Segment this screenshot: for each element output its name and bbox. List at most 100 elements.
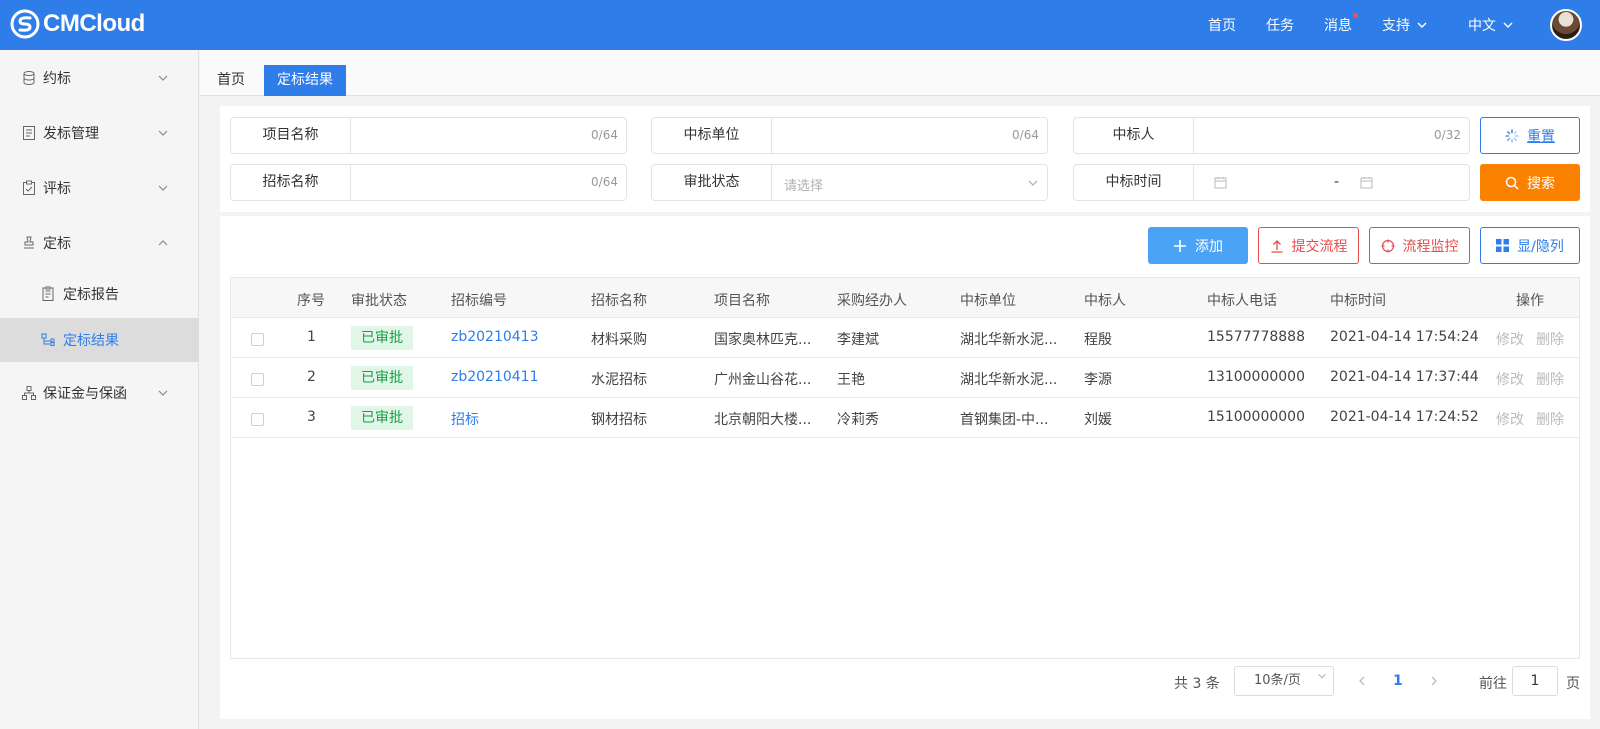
tender-name-input[interactable]: 0/64: [351, 165, 626, 200]
chevron-right-icon[interactable]: [1428, 675, 1440, 687]
select-placeholder: 请选择: [784, 179, 824, 194]
sidebar-subitem-report[interactable]: 定标报告: [0, 268, 199, 320]
winning-unit-field: 中标单位 0/64: [651, 117, 1048, 154]
delete-link[interactable]: 删除: [1536, 369, 1564, 389]
nav-support-label: 支持: [1382, 18, 1410, 34]
approval-status-field: 审批状态 请选择: [651, 164, 1048, 201]
cell-phone: 15100000000: [1207, 409, 1305, 425]
nav-home-label: 首页: [1208, 18, 1236, 34]
nav-messages-label: 消息: [1324, 18, 1352, 34]
sidebar-item-label: 评标: [43, 181, 71, 197]
stamp-icon: [24, 236, 34, 249]
approval-status-label: 审批状态: [652, 165, 772, 200]
edit-link[interactable]: 修改: [1496, 329, 1524, 349]
date-separator: -: [1334, 174, 1340, 190]
cell-winner: 程殷: [1084, 332, 1112, 348]
date-range-input[interactable]: -: [1194, 165, 1469, 200]
chevron-down-icon: [1417, 22, 1427, 28]
chevron-down-icon: [158, 75, 168, 81]
cell-unit: 湖北华新水泥...: [960, 372, 1058, 388]
nav-tasks[interactable]: 任务: [1266, 15, 1294, 35]
col-header: 中标时间: [1330, 293, 1386, 309]
col-header: 招标编号: [451, 293, 507, 309]
sidebar-item-dingbiao[interactable]: 定标: [0, 215, 199, 271]
char-counter: 0/64: [1012, 128, 1039, 142]
goto-page-input[interactable]: 1: [1512, 666, 1558, 696]
table-row: 2 已审批 zb20210411 水泥招标 广州金山谷花... 王艳 湖北华新水…: [231, 358, 1579, 398]
table-row: 3 已审批 招标 钢材招标 北京朝阳大楼... 冷莉秀 首钢集团-中... 刘媛…: [231, 398, 1579, 438]
reset-button[interactable]: 重置: [1480, 117, 1580, 154]
cell-time: 2021-04-14 17:54:24: [1330, 329, 1479, 345]
tabs-bar: 首页 定标结果: [200, 50, 1600, 96]
status-badge: 已审批: [351, 326, 413, 350]
tab-result[interactable]: 定标结果: [264, 65, 346, 96]
cell-tender: 钢材招标: [591, 412, 647, 428]
document-icon: [23, 126, 35, 140]
user-avatar[interactable]: [1550, 9, 1582, 41]
winner-input[interactable]: 0/32: [1194, 118, 1469, 153]
tab-home[interactable]: 首页: [204, 65, 258, 96]
sidebar-item-yuebiao[interactable]: 约标: [0, 50, 199, 106]
row-checkbox[interactable]: [251, 333, 264, 346]
chevron-down-icon: [1318, 673, 1326, 679]
nav-messages[interactable]: 消息: [1324, 13, 1358, 35]
delete-link[interactable]: 删除: [1536, 409, 1564, 429]
row-checkbox[interactable]: [251, 373, 264, 386]
add-button[interactable]: 添加: [1148, 227, 1248, 264]
submit-flow-label: 提交流程: [1291, 238, 1348, 255]
nav-language[interactable]: 中文: [1468, 15, 1514, 35]
col-header: 中标人: [1084, 293, 1126, 309]
cell-buyer: 冷莉秀: [837, 412, 879, 428]
sidebar-item-pingbiao[interactable]: 评标: [0, 160, 199, 216]
cmcloud-logo-icon: [10, 9, 40, 39]
sidebar-subitem-result[interactable]: 定标结果: [0, 318, 199, 362]
calendar-icon: [1214, 177, 1227, 189]
chevron-down-icon: [158, 185, 168, 191]
monitor-flow-label: 流程监控: [1402, 238, 1459, 255]
winning-time-label: 中标时间: [1074, 165, 1194, 200]
toggle-columns-button[interactable]: 显/隐列: [1480, 227, 1580, 264]
status-badge: 已审批: [351, 366, 413, 390]
row-checkbox[interactable]: [251, 413, 264, 426]
sidebar-item-label: 保证金与保函: [43, 386, 127, 402]
edit-link[interactable]: 修改: [1496, 409, 1524, 429]
nav-support[interactable]: 支持: [1382, 15, 1428, 35]
current-page[interactable]: 1: [1393, 673, 1403, 689]
sidebar-item-deposit[interactable]: 保证金与保函: [0, 365, 199, 421]
tender-code-link[interactable]: zb20210411: [451, 369, 539, 385]
cell-phone: 15577778888: [1207, 329, 1305, 345]
monitor-flow-button[interactable]: 流程监控: [1369, 227, 1470, 264]
winning-unit-label: 中标单位: [652, 118, 772, 153]
cell-time: 2021-04-14 17:24:52: [1330, 409, 1479, 425]
brand-logo[interactable]: CMCloud: [10, 9, 145, 39]
project-name-input[interactable]: 0/64: [351, 118, 626, 153]
winner-label: 中标人: [1074, 118, 1194, 153]
project-name-field: 项目名称 0/64: [230, 117, 627, 154]
pagination: 共 3 条 10条/页 1 前往 1 页: [220, 663, 1590, 707]
sidebar: 约标 发标管理 评标 定标 定标报告 定标结果 保证金与保函: [0, 50, 199, 729]
edit-link[interactable]: 修改: [1496, 369, 1524, 389]
loading-spinner-icon: [1505, 128, 1519, 143]
submit-flow-button[interactable]: 提交流程: [1258, 227, 1359, 264]
char-counter: 0/64: [591, 175, 618, 189]
approval-status-select[interactable]: 请选择: [772, 165, 1047, 200]
report-icon: [42, 286, 54, 301]
nav-home[interactable]: 首页: [1208, 15, 1236, 35]
col-header: 操作: [1516, 293, 1544, 309]
top-bar: CMCloud 首页 任务 消息 支持 中文: [0, 0, 1600, 50]
cell-project: 北京朝阳大楼...: [714, 412, 812, 428]
search-button[interactable]: 搜索: [1480, 164, 1580, 201]
project-name-label: 项目名称: [231, 118, 351, 153]
total-count: 共 3 条: [1174, 676, 1220, 692]
page-size-select[interactable]: 10条/页: [1234, 666, 1334, 696]
sidebar-item-fabiao[interactable]: 发标管理: [0, 105, 199, 161]
cell-project: 广州金山谷花...: [714, 372, 812, 388]
winning-unit-input[interactable]: 0/64: [772, 118, 1047, 153]
sidebar-item-label: 约标: [43, 71, 71, 87]
search-label: 搜索: [1527, 175, 1555, 192]
cell-no: 2: [307, 369, 316, 385]
tender-code-link[interactable]: zb20210413: [451, 329, 539, 345]
chevron-left-icon[interactable]: [1356, 675, 1368, 687]
delete-link[interactable]: 删除: [1536, 329, 1564, 349]
tender-code-link[interactable]: 招标: [451, 409, 479, 429]
